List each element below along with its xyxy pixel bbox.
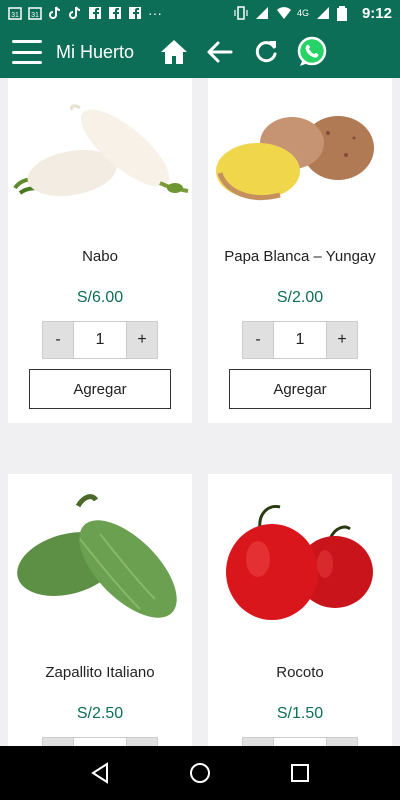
tiktok-icon (68, 6, 82, 20)
hamburger-icon-bar (12, 40, 42, 43)
decrease-quantity-button[interactable]: - (42, 321, 74, 359)
increase-quantity-button[interactable]: + (326, 737, 358, 746)
quantity-stepper: - + (242, 737, 358, 746)
status-bar: 31 31 ··· 4G 9:12 (0, 0, 400, 26)
vibrate-icon (234, 6, 248, 20)
product-image-rocoto (208, 474, 392, 644)
facebook-icon (128, 6, 142, 20)
app-bar: Mi Huerto (0, 26, 400, 78)
app-title: Mi Huerto (56, 41, 135, 62)
product-price: S/2.00 (276, 289, 324, 306)
product-price: S/1.50 (276, 705, 324, 722)
system-icons: 4G 9:12 (234, 5, 392, 22)
status-time: 9:12 (361, 4, 392, 22)
notification-icons: 31 31 ··· (8, 5, 162, 21)
quantity-stepper: - + (242, 321, 358, 359)
quantity-input[interactable] (274, 737, 326, 746)
wifi-icon (276, 6, 291, 20)
calendar-icon: 31 (28, 6, 42, 20)
facebook-icon (108, 6, 122, 20)
increase-quantity-button[interactable]: + (126, 737, 158, 746)
quantity-stepper: - + (42, 321, 158, 359)
product-name: Rocoto (276, 664, 324, 681)
system-nav-bar (0, 746, 400, 800)
product-image-zapallito (8, 474, 192, 644)
tiktok-icon (48, 6, 62, 20)
hamburger-icon-bar (12, 50, 42, 54)
nav-icons (158, 36, 328, 68)
quantity-stepper: - + (42, 737, 158, 746)
back-triangle-icon[interactable] (80, 753, 120, 793)
quantity-input[interactable] (74, 321, 126, 359)
quantity-input[interactable] (274, 321, 326, 359)
product-card: Zapallito Italiano S/2.50 - + (8, 474, 192, 746)
menu-button[interactable] (12, 40, 42, 64)
product-card: Nabo S/6.00 - + Agregar (8, 78, 192, 423)
facebook-icon (88, 6, 102, 20)
product-name: Nabo (82, 248, 118, 265)
add-to-cart-button[interactable]: Agregar (229, 369, 371, 409)
quantity-input[interactable] (74, 737, 126, 746)
signal-icon (316, 6, 330, 20)
product-price: S/2.50 (76, 705, 124, 722)
product-image-papa (208, 78, 392, 228)
svg-text:31: 31 (31, 12, 39, 19)
increase-quantity-button[interactable]: + (326, 321, 358, 359)
battery-icon (336, 6, 351, 21)
decrease-quantity-button[interactable]: - (242, 737, 274, 746)
increase-quantity-button[interactable]: + (126, 321, 158, 359)
network-label: 4G (296, 8, 309, 18)
more-notifications-icon: ··· (148, 5, 162, 21)
product-image-nabo (8, 78, 192, 228)
product-name: Papa Blanca – Yungay (224, 248, 376, 265)
recents-square-icon[interactable] (280, 753, 320, 793)
back-arrow-icon[interactable] (204, 36, 236, 68)
calendar-icon: 31 (8, 6, 22, 20)
whatsapp-icon[interactable] (296, 36, 328, 68)
hamburger-icon-bar (12, 61, 42, 64)
home-circle-icon[interactable] (180, 753, 220, 793)
signal-4g-icon (255, 6, 269, 20)
decrease-quantity-button[interactable]: - (242, 321, 274, 359)
product-name: Zapallito Italiano (45, 664, 155, 681)
decrease-quantity-button[interactable]: - (42, 737, 74, 746)
add-to-cart-button[interactable]: Agregar (29, 369, 171, 409)
product-card: Rocoto S/1.50 - + (208, 474, 392, 746)
product-grid: Nabo S/6.00 - + Agregar Papa Blanca – Yu… (0, 78, 400, 746)
product-card: Papa Blanca – Yungay S/2.00 - + Agregar (208, 78, 392, 423)
product-price: S/6.00 (76, 289, 124, 306)
home-icon[interactable] (158, 36, 190, 68)
refresh-icon[interactable] (250, 36, 282, 68)
svg-text:31: 31 (11, 12, 19, 19)
